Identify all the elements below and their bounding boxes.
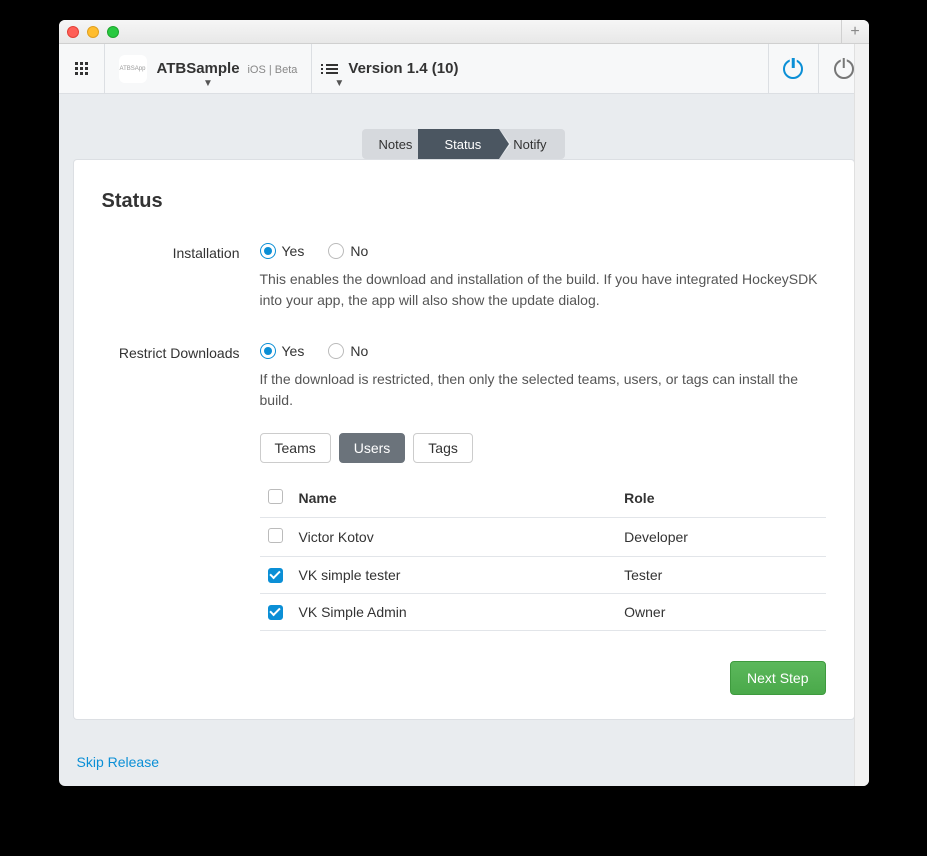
- radio-unchecked-icon: [328, 343, 344, 359]
- tab-teams[interactable]: Teams: [260, 433, 331, 463]
- cell-name: Victor Kotov: [291, 518, 617, 557]
- status-card: Status Installation Yes No This e: [73, 159, 855, 720]
- installation-row: Installation Yes No This enables the dow…: [102, 243, 826, 333]
- power-icon: [783, 59, 803, 79]
- chevron-down-icon: ▼: [203, 78, 213, 89]
- cell-name: VK Simple Admin: [291, 594, 617, 631]
- app-meta-label: iOS | Beta: [247, 64, 297, 76]
- installation-help: This enables the download and installati…: [260, 269, 826, 311]
- row-checkbox[interactable]: [268, 528, 283, 543]
- restrict-field: Yes No If the download is restricted, th…: [260, 343, 826, 631]
- page-title: Status: [102, 190, 826, 213]
- table-header-row: Name Role: [260, 479, 826, 518]
- users-table: Name Role Victor Kotov Developer: [260, 479, 826, 631]
- row-checkbox[interactable]: [268, 568, 283, 583]
- row-checkbox[interactable]: [268, 605, 283, 620]
- restrict-row: Restrict Downloads Yes No If the downloa…: [102, 343, 826, 631]
- table-row: VK Simple Admin Owner: [260, 594, 826, 631]
- version-label: Version 1.4 (10): [348, 60, 458, 77]
- radio-unchecked-icon: [328, 243, 344, 259]
- cell-role: Developer: [616, 518, 825, 557]
- maximize-window-button[interactable]: [107, 26, 119, 38]
- app-name-label: ATBSample: [157, 60, 240, 77]
- select-all-checkbox[interactable]: [268, 489, 283, 504]
- apps-menu-button[interactable]: [59, 44, 105, 93]
- cell-role: Tester: [616, 557, 825, 594]
- installation-field: Yes No This enables the download and ins…: [260, 243, 826, 333]
- chevron-down-icon: ▼: [334, 78, 344, 89]
- wizard-steps: Notes Status Notify: [73, 129, 855, 159]
- close-window-button[interactable]: [67, 26, 79, 38]
- app-logo: ATBSApp: [119, 55, 147, 83]
- next-step-button[interactable]: Next Step: [730, 661, 825, 695]
- app-selector[interactable]: ATBSApp ATBSample iOS | Beta ▼: [105, 44, 313, 93]
- restrict-label: Restrict Downloads: [102, 343, 260, 631]
- radio-checked-icon: [260, 243, 276, 259]
- window-titlebar: +: [59, 20, 869, 44]
- card-footer: Next Step: [102, 661, 826, 695]
- new-tab-button[interactable]: +: [841, 20, 869, 44]
- grid-icon: [75, 62, 88, 75]
- cell-name: VK simple tester: [291, 557, 617, 594]
- app-name-block: ATBSample iOS | Beta: [157, 60, 298, 77]
- restrict-no-radio[interactable]: No: [328, 343, 368, 359]
- cell-role: Owner: [616, 594, 825, 631]
- app-window: + ATBSApp ATBSample iOS | Beta ▼ Version…: [59, 20, 869, 786]
- tab-tags[interactable]: Tags: [413, 433, 473, 463]
- installation-label: Installation: [102, 243, 260, 333]
- table-row: Victor Kotov Developer: [260, 518, 826, 557]
- action-button-primary[interactable]: [769, 44, 819, 93]
- installation-no-radio[interactable]: No: [328, 243, 368, 259]
- column-role: Role: [616, 479, 825, 518]
- wizard-step-status[interactable]: Status: [418, 129, 499, 159]
- radio-checked-icon: [260, 343, 276, 359]
- power-icon: [834, 59, 854, 79]
- column-name: Name: [291, 479, 617, 518]
- restrict-yes-radio[interactable]: Yes: [260, 343, 305, 359]
- toolbar: ATBSApp ATBSample iOS | Beta ▼ Version 1…: [59, 44, 869, 94]
- tab-users[interactable]: Users: [339, 433, 406, 463]
- installation-yes-radio[interactable]: Yes: [260, 243, 305, 259]
- table-row: VK simple tester Tester: [260, 557, 826, 594]
- content-area: Notes Status Notify Status Installation …: [59, 94, 869, 740]
- filter-tabs: Teams Users Tags: [260, 433, 826, 463]
- restrict-help: If the download is restricted, then only…: [260, 369, 826, 411]
- traffic-lights: [67, 26, 119, 38]
- vertical-scrollbar[interactable]: [854, 44, 869, 786]
- skip-release-link[interactable]: Skip Release: [59, 740, 178, 786]
- version-selector[interactable]: Version 1.4 (10) ▼: [312, 44, 768, 93]
- list-icon: [326, 64, 338, 74]
- minimize-window-button[interactable]: [87, 26, 99, 38]
